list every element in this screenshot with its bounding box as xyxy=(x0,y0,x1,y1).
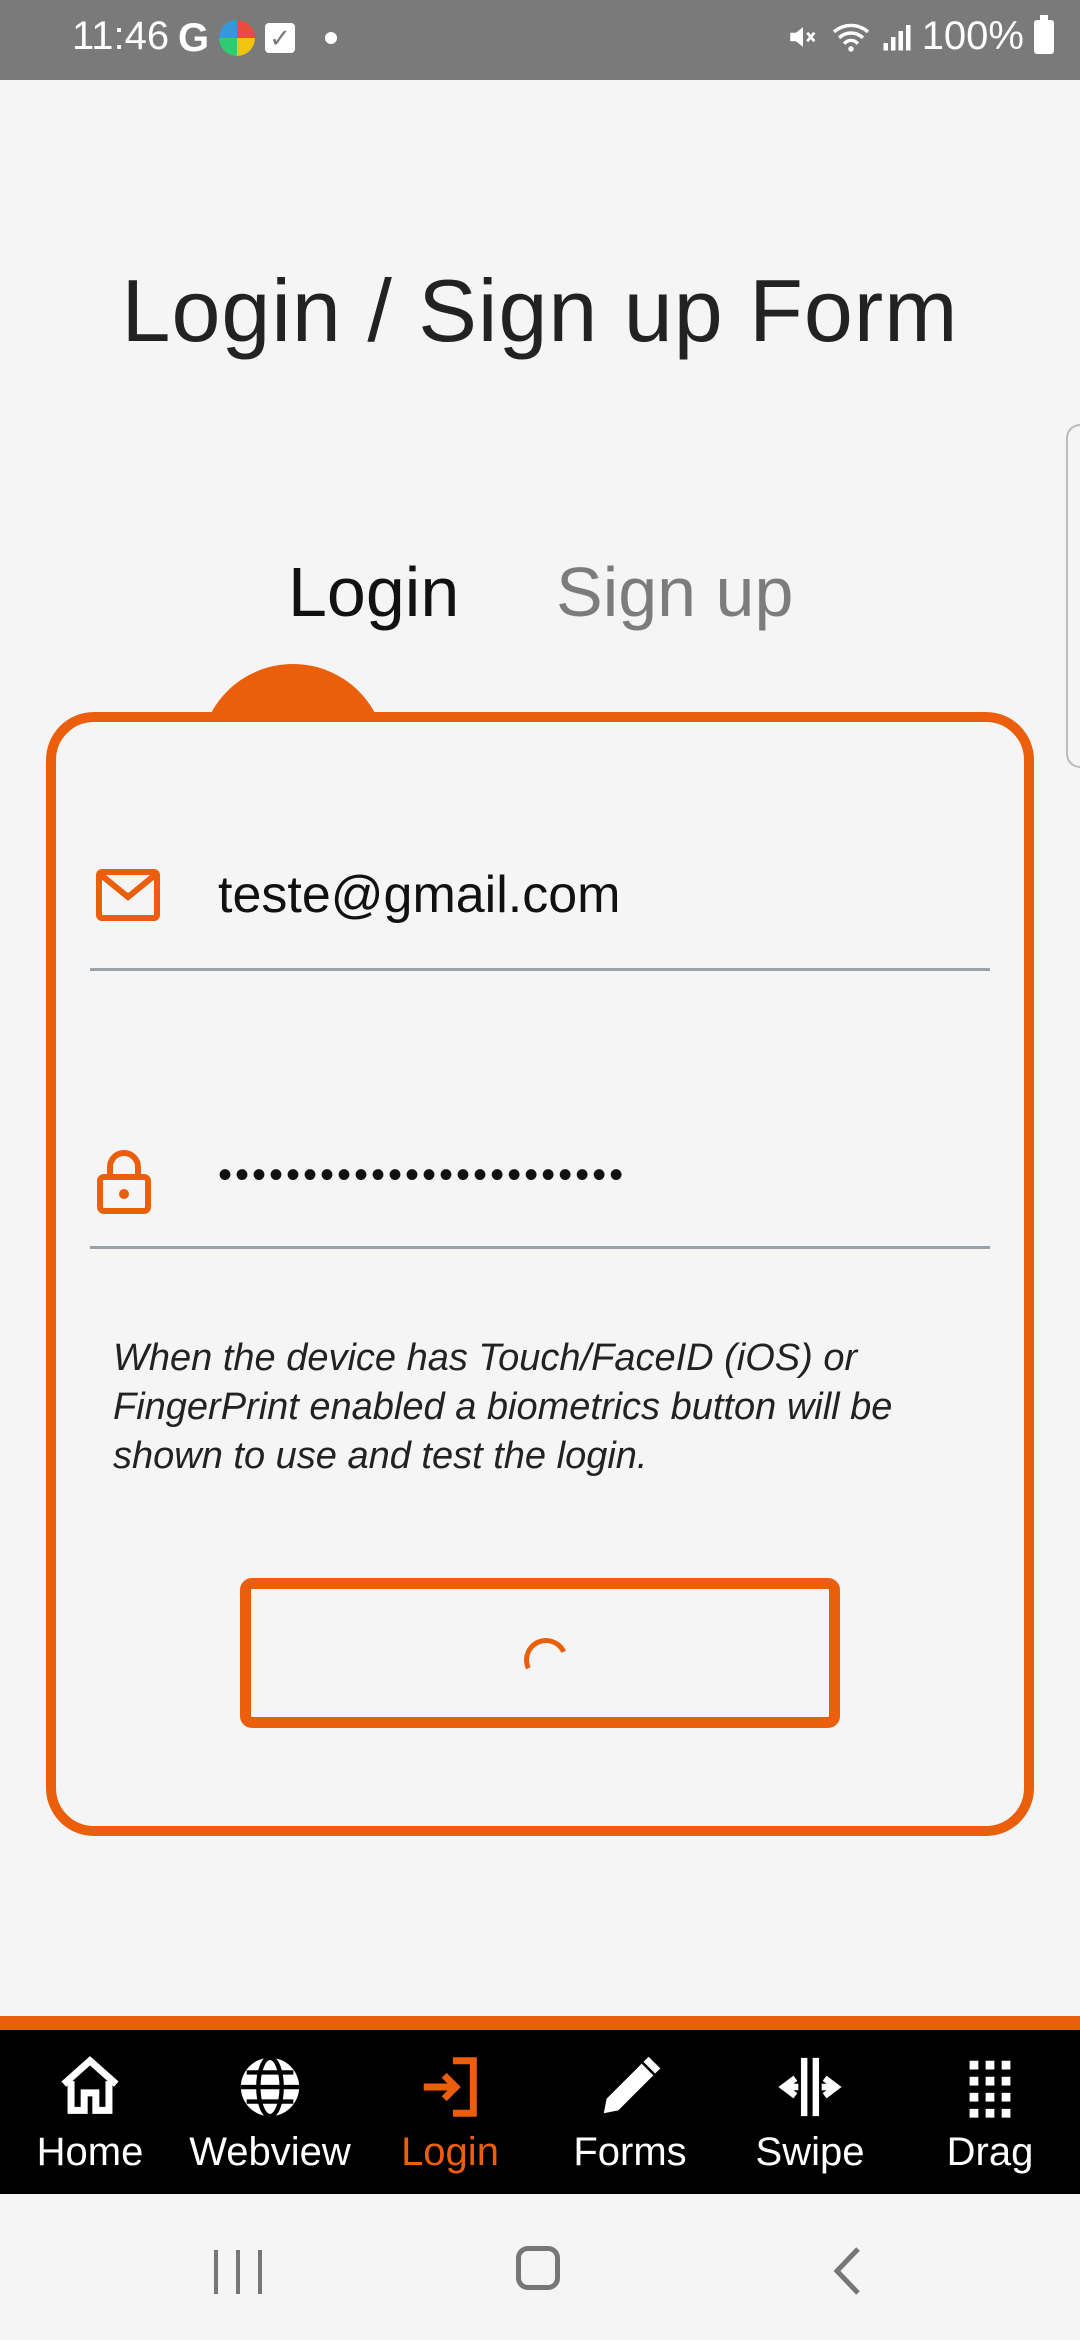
scroll-indicator[interactable] xyxy=(1066,424,1080,768)
password-value[interactable]: •••••••••••••••••••••••• xyxy=(218,1153,626,1198)
globe-icon xyxy=(240,2055,300,2119)
tabbar-item-drag[interactable]: Drag xyxy=(900,2030,1080,2194)
tabbar-item-login[interactable]: Login xyxy=(360,2030,540,2194)
biometrics-hint: When the device has Touch/FaceID (iOS) o… xyxy=(113,1337,893,1477)
tabbar-accent-line xyxy=(0,2016,1080,2030)
tab-login[interactable]: Login xyxy=(288,552,459,632)
recent-apps-button[interactable] xyxy=(214,2250,262,2294)
more-notifications-icon xyxy=(325,32,338,44)
google-icon: G xyxy=(178,16,210,60)
pencil-icon xyxy=(603,2056,661,2114)
email-underline xyxy=(90,968,990,971)
mute-icon xyxy=(789,26,816,47)
tabbar-item-home[interactable]: Home xyxy=(0,2030,180,2194)
tab-signup[interactable]: Sign up xyxy=(556,552,793,632)
app-notification-icon xyxy=(219,20,256,56)
wifi-icon xyxy=(832,23,869,52)
bottom-tab-bar: Home Webview Login Forms Swipe Drag xyxy=(0,2030,1080,2194)
system-status: 100% xyxy=(786,14,1054,59)
swipe-icon xyxy=(778,2057,842,2117)
battery-icon xyxy=(1034,14,1054,54)
tabbar-item-webview[interactable]: Webview xyxy=(180,2030,360,2194)
status-bar: 11:46 G ✓ 100% xyxy=(0,0,1080,80)
lock-icon xyxy=(97,1150,151,1214)
checkbox-notification-icon: ✓ xyxy=(265,23,296,53)
password-underline xyxy=(90,1246,990,1249)
tabbar-label: Drag xyxy=(946,2130,1034,2174)
tabbar-item-swipe[interactable]: Swipe xyxy=(720,2030,900,2194)
notification-icons: G ✓ xyxy=(178,16,338,60)
tabbar-label: Webview xyxy=(189,2130,351,2174)
mail-icon xyxy=(96,869,160,921)
tabbar-label: Swipe xyxy=(755,2130,865,2174)
status-time: 11:46 xyxy=(72,14,170,58)
page-title: Login / Sign up Form xyxy=(121,261,959,360)
login-button[interactable] xyxy=(240,1578,840,1728)
tabbar-label: Login xyxy=(401,2130,499,2174)
login-icon xyxy=(423,2057,477,2117)
grid-icon xyxy=(969,2060,1011,2118)
loading-spinner-icon xyxy=(517,1631,575,1689)
home-icon xyxy=(61,2056,119,2114)
battery-percent: 100% xyxy=(921,14,1024,58)
tabbar-label: Forms xyxy=(573,2130,687,2174)
home-button[interactable] xyxy=(516,2246,560,2290)
tabbar-label: Home xyxy=(36,2130,144,2174)
system-nav-bar xyxy=(0,2194,1080,2340)
email-field[interactable]: teste@gmail.com xyxy=(88,845,988,945)
back-chevron-icon[interactable] xyxy=(832,2246,862,2296)
password-field[interactable]: •••••••••••••••••••••••• xyxy=(88,1125,988,1225)
email-value[interactable]: teste@gmail.com xyxy=(218,865,620,925)
tabbar-item-forms[interactable]: Forms xyxy=(540,2030,720,2194)
signal-icon xyxy=(883,24,911,50)
